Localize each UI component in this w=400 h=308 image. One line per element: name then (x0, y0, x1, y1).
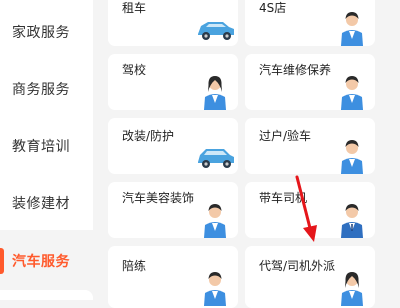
service-label: 代驾/司机外派 (259, 259, 336, 273)
service-transfer-inspection[interactable]: 过户/验车 (245, 118, 375, 174)
staff-icon (341, 140, 363, 174)
car-icon (198, 22, 234, 40)
staff-icon (204, 204, 226, 238)
service-repair-maintenance[interactable]: 汽车维修保养 (245, 54, 375, 110)
service-label: 4S店 (259, 1, 287, 15)
category-sidebar: 家政服务 商务服务 教育培训 装修建材 汽车服务 (0, 0, 93, 300)
category-auto-services[interactable]: 汽车服务 (0, 233, 93, 289)
staff-icon (204, 76, 226, 110)
staff-icon (341, 12, 363, 46)
staff-icon (341, 204, 363, 238)
category-decoration[interactable]: 装修建材 (0, 175, 93, 231)
service-label: 带车司机 (259, 191, 308, 205)
service-practice-driving[interactable]: 陪练 (108, 246, 238, 308)
category-housekeeping[interactable]: 家政服务 (0, 4, 93, 60)
service-modification-protection[interactable]: 改装/防护 (108, 118, 238, 174)
service-car-rental[interactable]: 租车 (108, 0, 238, 46)
service-label: 租车 (122, 1, 147, 15)
service-label: 过户/验车 (259, 129, 312, 143)
service-label: 驾校 (122, 63, 147, 77)
service-car-beauty[interactable]: 汽车美容装饰 (108, 182, 238, 238)
staff-icon (341, 272, 363, 306)
staff-icon (341, 76, 363, 110)
category-education[interactable]: 教育培训 (0, 118, 93, 174)
service-label: 改装/防护 (122, 129, 175, 143)
staff-icon (204, 272, 226, 306)
sidebar-next-item (0, 290, 93, 300)
service-designated-driver[interactable]: 代驾/司机外派 (245, 246, 375, 308)
service-label: 陪练 (122, 259, 147, 273)
service-4s-store[interactable]: 4S店 (245, 0, 375, 46)
car-icon (198, 149, 234, 168)
service-chauffeur[interactable]: 带车司机 (245, 182, 375, 238)
service-driving-school[interactable]: 驾校 (108, 54, 238, 110)
category-business[interactable]: 商务服务 (0, 61, 93, 117)
